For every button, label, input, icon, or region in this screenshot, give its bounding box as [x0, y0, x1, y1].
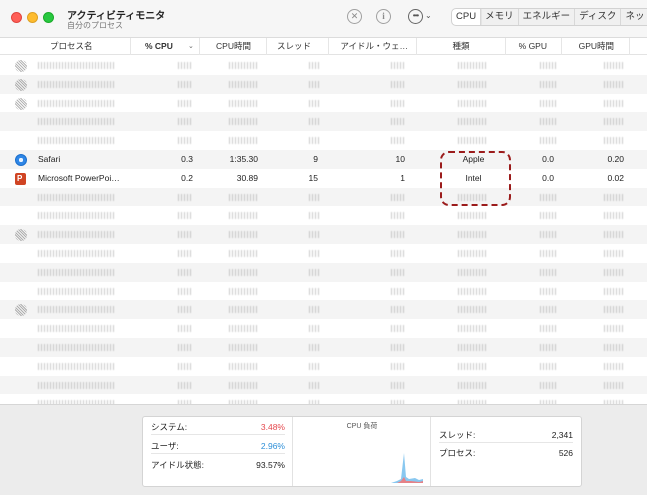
cpu-time: 30.89 — [236, 172, 258, 183]
column-gpu-time[interactable]: GPU時間 — [562, 38, 630, 55]
system-stat: システム: 3.48% — [151, 419, 285, 435]
idle-label: アイドル状態: — [151, 460, 204, 470]
tab-cpu[interactable]: CPU — [452, 9, 482, 25]
column-gpu-percent[interactable]: % GPU — [506, 38, 562, 55]
table-row-redacted[interactable] — [0, 357, 647, 376]
gpu-time: 0.20 — [607, 153, 624, 164]
column-more[interactable] — [630, 38, 647, 55]
table-row-redacted[interactable] — [0, 131, 647, 150]
safari-icon — [15, 153, 27, 166]
cpu-load-graph: CPU 負荷 — [293, 417, 431, 486]
threads-stat: スレッド: 2,341 — [439, 427, 573, 443]
process-name: Microsoft PowerPoi… — [38, 172, 120, 183]
system-value: 3.48% — [260, 422, 285, 432]
threads: 9 — [313, 153, 318, 164]
idle-wakeups: 10 — [395, 153, 405, 164]
table-row-redacted[interactable] — [0, 56, 647, 75]
tab-memory[interactable]: メモリ — [481, 9, 519, 25]
threads: 15 — [308, 172, 318, 183]
tab-network[interactable]: ネット — [621, 9, 647, 25]
column-kind[interactable]: 種類 — [417, 38, 506, 55]
gpu-percent: 0.0 — [542, 153, 554, 164]
more-options-icon[interactable]: ••• — [408, 9, 423, 24]
column-header: プロセス名 % CPU ⌄ CPU時間 スレッド アイドル・ウェ… 種類 % GP… — [0, 38, 647, 55]
redacted-app-icon — [15, 304, 27, 317]
info-icon[interactable]: i — [376, 9, 391, 24]
table-row-redacted[interactable] — [0, 300, 647, 320]
table-row-redacted[interactable] — [0, 337, 647, 357]
table-row-redacted[interactable] — [0, 74, 647, 94]
close-window-button[interactable] — [11, 12, 22, 23]
redacted-app-icon — [15, 78, 27, 91]
redacted-app-icon — [15, 229, 27, 242]
cpu-time: 1:35.30 — [229, 153, 258, 164]
minimize-window-button[interactable] — [27, 12, 38, 23]
column-process-name[interactable]: プロセス名 — [0, 38, 131, 55]
table-row-safari[interactable]: Safari 0.3 1:35.30 9 10 Apple 0.0 0.20 — [0, 149, 647, 169]
sort-descending-icon: ⌄ — [188, 43, 194, 50]
column-threads[interactable]: スレッド — [267, 38, 329, 55]
powerpoint-icon — [15, 172, 26, 185]
cpu-usage-stats: システム: 3.48% ユーザ: 2.96% アイドル状態: 93.57% — [143, 417, 293, 486]
system-label: システム: — [151, 422, 188, 432]
idle-stat: アイドル状態: 93.57% — [151, 457, 285, 473]
process-count-stats: スレッド: 2,341 プロセス: 526 — [431, 417, 581, 486]
tab-energy[interactable]: エネルギー — [519, 9, 576, 25]
column-cpu-time[interactable]: CPU時間 — [200, 38, 267, 55]
chevron-down-icon[interactable]: ⌄ — [425, 11, 432, 20]
redacted-app-icon — [15, 97, 27, 110]
title-bar: アクティビティモニタ 自分のプロセス ✕ i ••• ⌄ CPU メモリ エネル… — [0, 0, 647, 38]
table-row-redacted[interactable] — [0, 225, 647, 244]
cpu-load-sparkline — [301, 433, 423, 483]
threads-label: スレッド: — [439, 430, 476, 440]
cpu-percent: 0.3 — [181, 153, 193, 164]
threads-value: 2,341 — [551, 430, 573, 440]
tab-disk[interactable]: ディスク — [575, 9, 622, 25]
user-label: ユーザ: — [151, 441, 179, 451]
table-row-redacted[interactable] — [0, 282, 647, 301]
stop-process-icon[interactable]: ✕ — [347, 9, 362, 24]
table-row-redacted[interactable] — [0, 187, 647, 207]
cpu-summary-panel: システム: 3.48% ユーザ: 2.96% アイドル状態: 93.57% CP… — [142, 416, 582, 487]
column-cpu-percent[interactable]: % CPU ⌄ — [131, 38, 200, 55]
idle-value: 93.57% — [256, 460, 285, 470]
graph-title: CPU 負荷 — [346, 423, 378, 430]
app-subtitle: 自分のプロセス — [67, 21, 123, 30]
gpu-percent: 0.0 — [542, 172, 554, 183]
column-idle-wakeups[interactable]: アイドル・ウェ… — [329, 38, 417, 55]
footer: システム: 3.48% ユーザ: 2.96% アイドル状態: 93.57% CP… — [0, 404, 647, 495]
redacted-app-icon — [15, 60, 27, 72]
table-row-redacted[interactable] — [0, 112, 647, 132]
column-cpu-label: % CPU — [145, 41, 173, 51]
kind-highlight-annotation — [440, 151, 511, 206]
table-row-redacted[interactable] — [0, 262, 647, 282]
user-value: 2.96% — [260, 441, 285, 451]
activity-monitor-window: アクティビティモニタ 自分のプロセス ✕ i ••• ⌄ CPU メモリ エネル… — [0, 0, 647, 495]
idle-wakeups: 1 — [400, 172, 405, 183]
processes-value: 526 — [558, 448, 573, 458]
table-row-redacted[interactable] — [0, 375, 647, 395]
table-row-powerpoint[interactable]: Microsoft PowerPoi… 0.2 30.89 15 1 Intel… — [0, 169, 647, 188]
view-tab-bar: CPU メモリ エネルギー ディスク ネット — [451, 8, 647, 26]
process-table: Safari 0.3 1:35.30 9 10 Apple 0.0 0.20 M… — [0, 56, 647, 413]
process-name: Safari — [38, 153, 61, 164]
table-row-redacted[interactable] — [0, 206, 647, 225]
gpu-time: 0.02 — [607, 172, 624, 183]
processes-label: プロセス: — [439, 448, 476, 458]
table-row-redacted[interactable] — [0, 244, 647, 263]
user-stat: ユーザ: 2.96% — [151, 438, 285, 454]
zoom-window-button[interactable] — [43, 12, 54, 23]
table-row-redacted[interactable] — [0, 94, 647, 113]
table-row-redacted[interactable] — [0, 319, 647, 338]
processes-stat: プロセス: 526 — [439, 445, 573, 461]
cpu-percent: 0.2 — [181, 172, 193, 183]
